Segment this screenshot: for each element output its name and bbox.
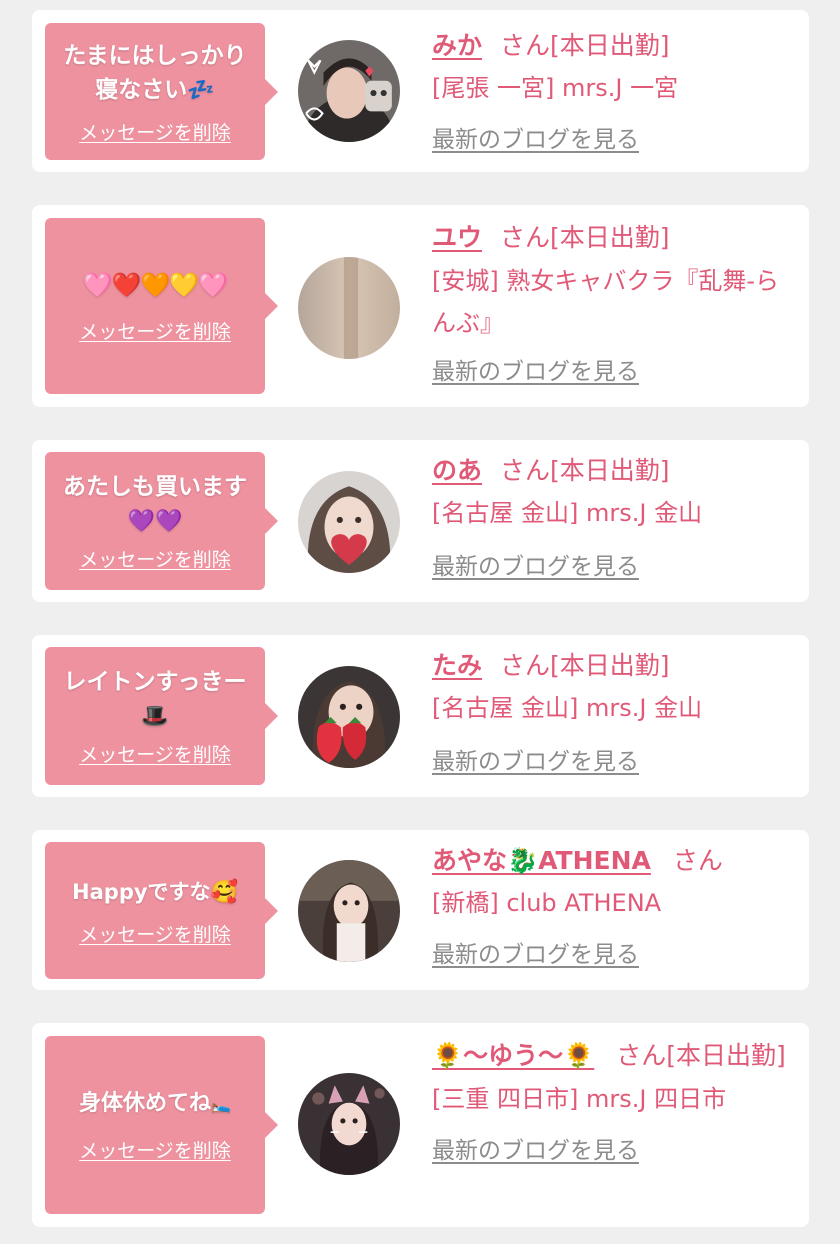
- latest-blog-link[interactable]: 最新のブログを見る: [432, 1131, 639, 1165]
- delete-message-link[interactable]: メッセージを削除: [79, 545, 231, 572]
- avatar[interactable]: [298, 257, 400, 359]
- cast-status: さん[本日出勤]: [616, 1041, 786, 1070]
- avatar[interactable]: [298, 1073, 400, 1175]
- latest-blog-link[interactable]: 最新のブログを見る: [432, 935, 639, 969]
- avatar[interactable]: [298, 666, 400, 768]
- cast-status: さん[本日出勤]: [500, 651, 670, 680]
- smiling-hearts-emoji-icon: 🥰: [210, 879, 238, 905]
- rest-emoji-icon: 🛌: [211, 1095, 231, 1114]
- profile-info: あやな🐉ATHENA さん [新橋] club ATHENA 最新のブログを見る: [432, 841, 792, 969]
- purple-hearts-emoji-icon: 💜💜: [127, 509, 183, 534]
- message-text: たまにはしっかり寝なさい💤: [63, 42, 247, 103]
- avatar[interactable]: [298, 860, 400, 962]
- delete-message-link[interactable]: メッセージを削除: [79, 740, 231, 767]
- delete-message-link[interactable]: メッセージを削除: [79, 118, 231, 145]
- delete-message-link[interactable]: メッセージを削除: [79, 920, 231, 947]
- shop-label: [名古屋 金山] mrs.J 金山: [432, 694, 703, 722]
- message-bubble: あたしも買います 💜💜 メッセージを削除: [45, 452, 278, 590]
- message-text: 🩷❤️🧡💛🩷: [82, 268, 228, 303]
- profile-photo-woman-dark-room-icon: [298, 860, 400, 962]
- message-bubble: Happyですな🥰 メッセージを削除: [45, 842, 278, 979]
- message-list: たまにはしっかり寝なさい💤 メッセージを削除 みか さん[本日出勤] [尾張 一宮…: [0, 0, 840, 1244]
- profile-photo-woman-heart-mask-icon: [298, 471, 400, 573]
- message-card: Happyですな🥰 メッセージを削除 あやな🐉ATHENA さん [新橋] clu…: [32, 830, 809, 990]
- avatar[interactable]: [298, 40, 400, 142]
- avatar[interactable]: [298, 471, 400, 573]
- shop-label: [尾張 一宮] mrs.J 一宮: [432, 74, 679, 102]
- sleep-emoji-icon: 💤: [187, 77, 215, 103]
- profile-info: ユウ さん[本日出勤] [安城] 熟女キャバクラ『乱舞-らんぶ』 最新のブログを見…: [432, 218, 792, 386]
- profile-photo-woman-with-cat-stickers-icon: [298, 40, 400, 142]
- cast-status: さん[本日出勤]: [500, 223, 670, 252]
- cast-name-link[interactable]: 🌻〜ゆう〜🌻: [432, 1041, 594, 1070]
- message-bubble: たまにはしっかり寝なさい💤 メッセージを削除: [45, 23, 278, 160]
- cast-name-link[interactable]: ユウ: [432, 223, 482, 252]
- shop-label: [新橋] club ATHENA: [432, 889, 662, 917]
- cast-status: さん[本日出勤]: [500, 31, 670, 60]
- message-card: あたしも買います 💜💜 メッセージを削除 のあ さん[本日出勤] [名古屋 金山] …: [32, 440, 809, 602]
- delete-message-link[interactable]: メッセージを削除: [79, 1136, 231, 1163]
- profile-photo-blurred-beige-icon: [298, 257, 400, 359]
- profile-info: のあ さん[本日出勤] [名古屋 金山] mrs.J 金山 最新のブログを見る: [432, 451, 792, 581]
- message-text: Happyですな🥰: [72, 879, 238, 905]
- cast-name-link[interactable]: たみ: [432, 651, 482, 680]
- shop-label: [安城] 熟女キャバクラ『乱舞-らんぶ』: [432, 267, 780, 337]
- cast-name-link[interactable]: みか: [432, 31, 482, 60]
- shop-label: [名古屋 金山] mrs.J 金山: [432, 499, 703, 527]
- profile-info: たみ さん[本日出勤] [名古屋 金山] mrs.J 金山 最新のブログを見る: [432, 646, 792, 776]
- latest-blog-link[interactable]: 最新のブログを見る: [432, 352, 639, 386]
- cast-name-link[interactable]: あやな🐉ATHENA: [432, 846, 651, 875]
- profile-info: 🌻〜ゆう〜🌻 さん[本日出勤] [三重 四日市] mrs.J 四日市 最新のブログ…: [432, 1035, 792, 1165]
- top-hat-emoji-icon: 🎩: [141, 704, 169, 729]
- profile-photo-woman-cat-ears-filter-icon: [298, 1073, 400, 1175]
- message-bubble: 🩷❤️🧡💛🩷 メッセージを削除: [45, 218, 278, 394]
- cast-status: さん: [672, 846, 723, 875]
- cast-status: さん[本日出勤]: [500, 456, 670, 485]
- shop-label: [三重 四日市] mrs.J 四日市: [432, 1085, 727, 1113]
- profile-photo-woman-strawberry-icon: [298, 666, 400, 768]
- message-card: レイトンすっきー 🎩 メッセージを削除 たみ さん[本日出勤] [名古屋 金山] m…: [32, 635, 809, 797]
- message-text: 身体休めてね🛌: [79, 1091, 231, 1116]
- hearts-emoji-icon: 🩷❤️🧡💛🩷: [82, 271, 228, 299]
- profile-info: みか さん[本日出勤] [尾張 一宮] mrs.J 一宮 最新のブログを見る: [432, 26, 792, 154]
- message-bubble: 身体休めてね🛌 メッセージを削除: [45, 1036, 278, 1214]
- message-card: たまにはしっかり寝なさい💤 メッセージを削除 みか さん[本日出勤] [尾張 一宮…: [32, 10, 809, 172]
- cast-name-link[interactable]: のあ: [432, 456, 482, 485]
- message-text: レイトンすっきー 🎩: [63, 669, 247, 729]
- delete-message-link[interactable]: メッセージを削除: [79, 317, 231, 344]
- latest-blog-link[interactable]: 最新のブログを見る: [432, 547, 639, 581]
- message-card: 🩷❤️🧡💛🩷 メッセージを削除 ユウ さん[本日出勤] [安城] 熟女キャバクラ『…: [32, 205, 809, 407]
- message-bubble: レイトンすっきー 🎩 メッセージを削除: [45, 647, 278, 785]
- latest-blog-link[interactable]: 最新のブログを見る: [432, 120, 639, 154]
- latest-blog-link[interactable]: 最新のブログを見る: [432, 742, 639, 776]
- message-card: 身体休めてね🛌 メッセージを削除 🌻〜ゆう〜🌻 さん[本日出勤] [三重 四日市]…: [32, 1023, 809, 1227]
- message-text: あたしも買います 💜💜: [63, 474, 247, 534]
